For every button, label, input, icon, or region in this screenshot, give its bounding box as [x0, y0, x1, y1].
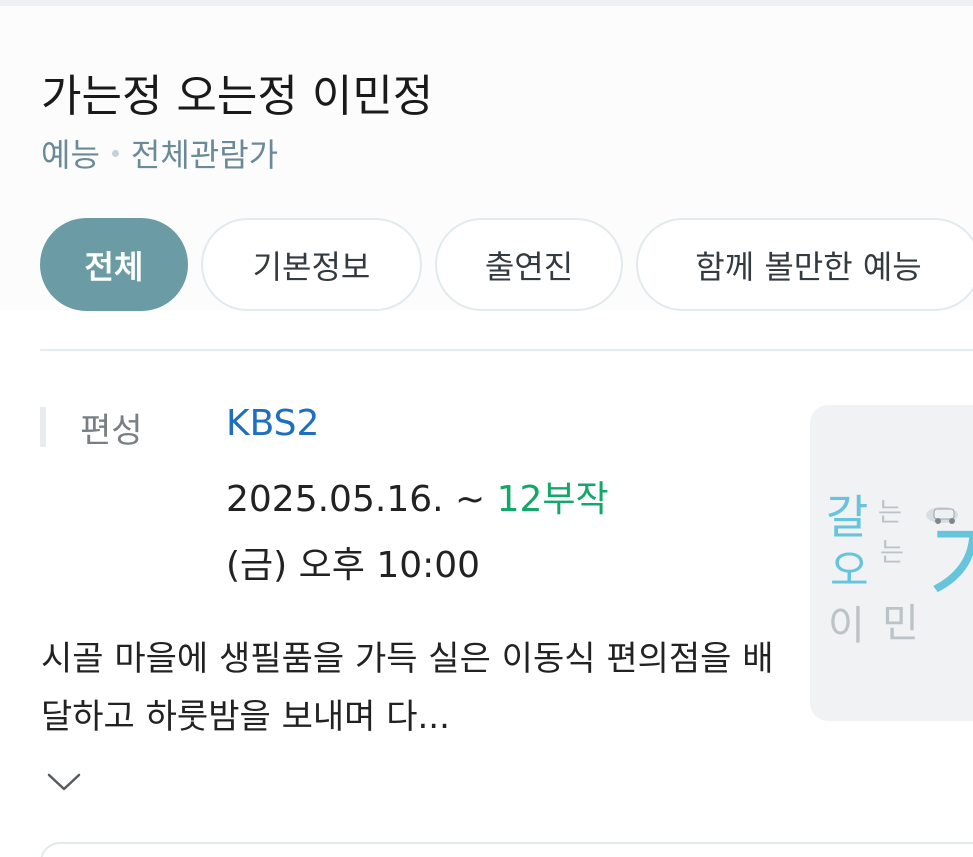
rating-label: 전체관람가 [130, 136, 279, 174]
episode-count: 12부작 [496, 479, 609, 520]
chevron-down-icon[interactable] [46, 770, 82, 794]
svg-text:이: 이 [828, 603, 865, 649]
program-description: 시골 마을에 생필품을 가득 실은 이동식 편의점을 배달하고 하룻밤을 보내며… [41, 639, 774, 737]
dot-separator-icon [111, 149, 119, 157]
program-title: 가는정 오는정 이민정 [41, 71, 434, 122]
tab-bar: 전체 기본정보 출연진 함께 볼만한 예능 [40, 218, 973, 311]
svg-text:는: 는 [880, 538, 904, 568]
tab-basic-info[interactable]: 기본정보 [201, 218, 422, 311]
genre-link[interactable]: 예능 [41, 130, 100, 176]
tab-recommended-variety[interactable]: 함께 볼만한 예능 [636, 218, 973, 311]
svg-text:가: 가 [928, 512, 973, 624]
poster-logo: 갈 오 는 는 이 민 가 [826, 490, 973, 649]
network-link[interactable]: KBS2 [226, 403, 319, 444]
svg-text:갈: 갈 [826, 490, 868, 544]
svg-text:는: 는 [878, 498, 902, 528]
tab-all[interactable]: 전체 [40, 218, 188, 311]
period-text: 2025.05.16. ~ [226, 479, 497, 520]
program-poster[interactable]: 갈 오 는 는 이 민 가 [810, 405, 973, 721]
section-divider [40, 349, 973, 351]
broadcast-label: 편성 [80, 411, 143, 451]
program-meta: 예능 전체관람가 [41, 130, 278, 176]
tab-cast[interactable]: 출연진 [435, 218, 623, 311]
svg-text:오: 오 [830, 546, 869, 595]
next-card [40, 842, 973, 857]
svg-text:민: 민 [882, 601, 919, 647]
program-info-page: 가는정 오는정 이민정 예능 전체관람가 전체 기본정보 출연진 함께 볼만한 … [0, 0, 973, 857]
air-time: (금) 오후 10:00 [226, 545, 481, 586]
broadcast-period: 2025.05.16. ~ 12부작 [226, 470, 609, 522]
row-indicator [40, 407, 46, 447]
